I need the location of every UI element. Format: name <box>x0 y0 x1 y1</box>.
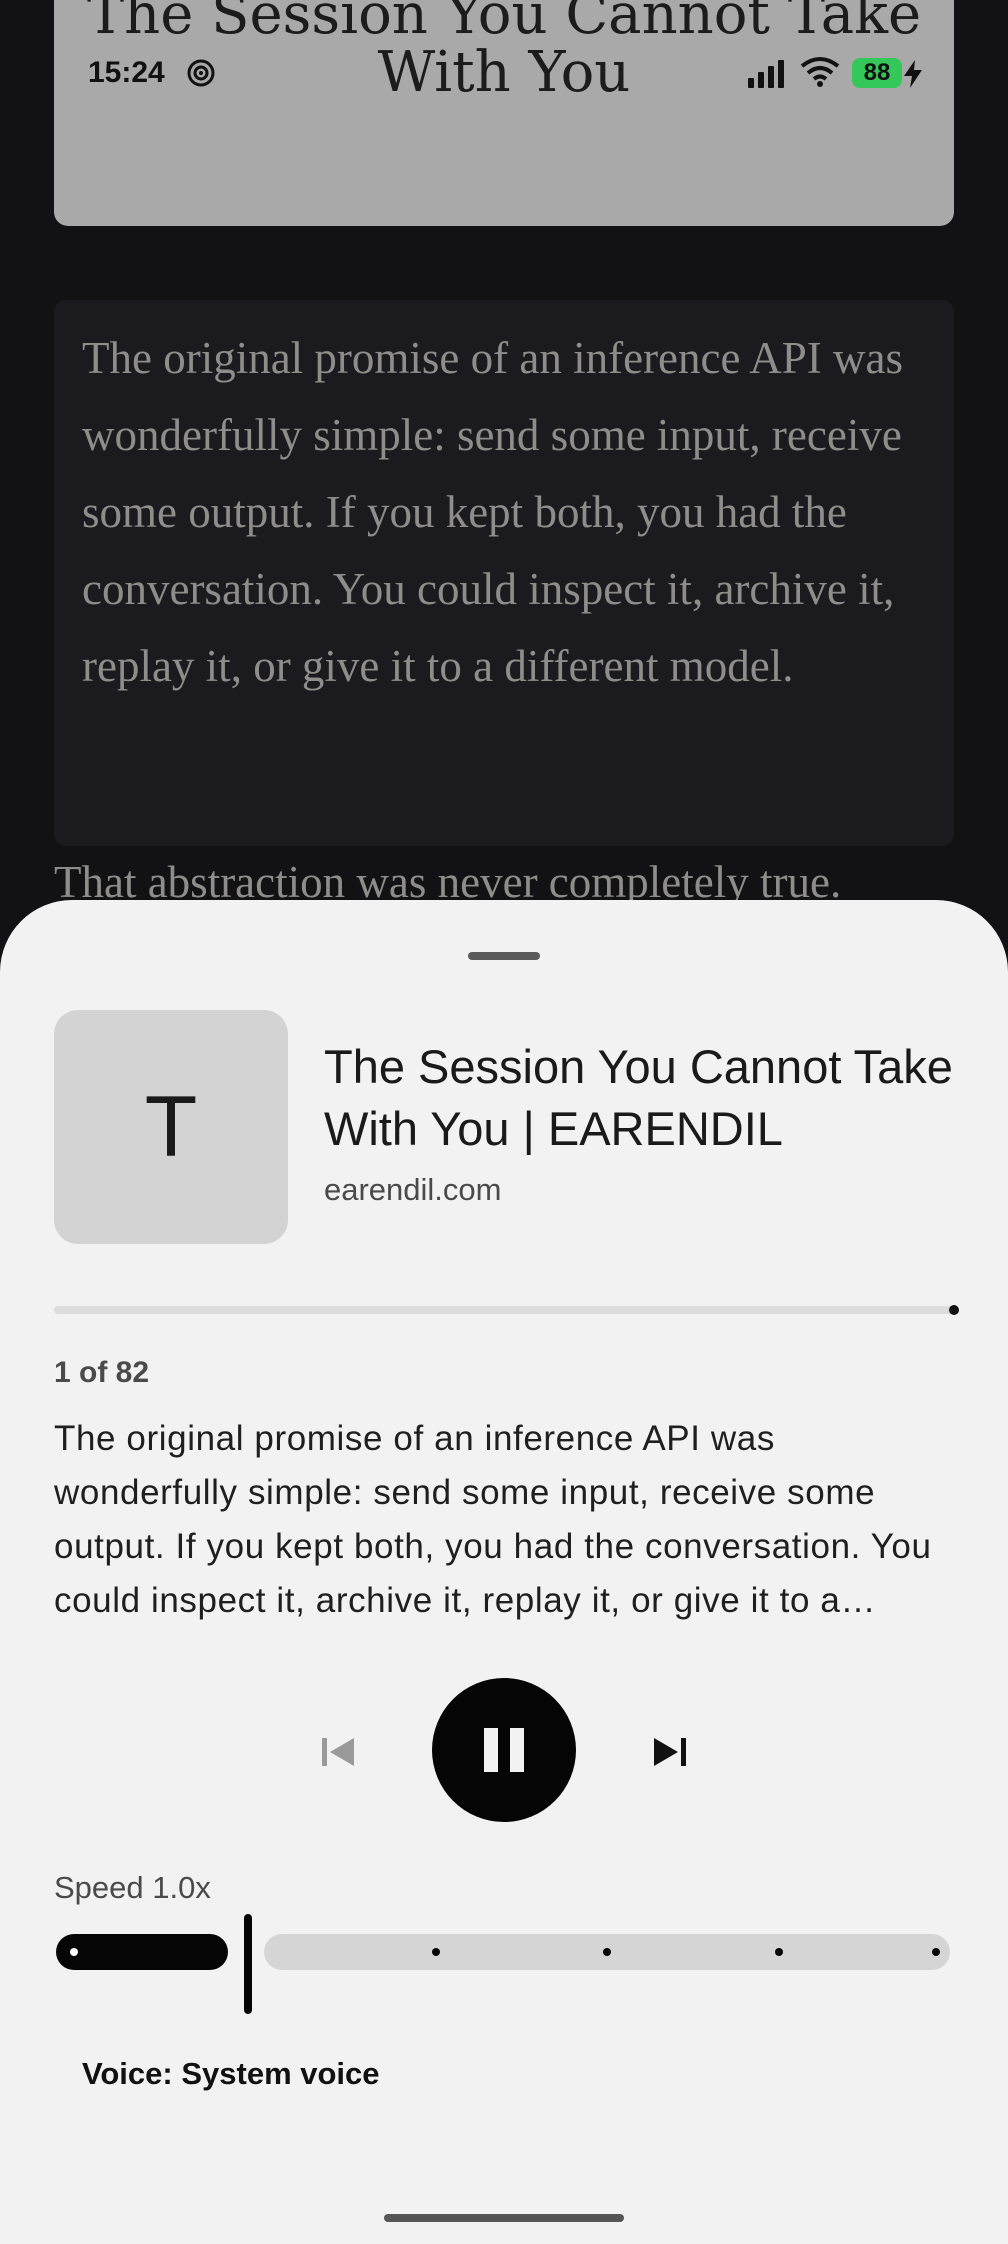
speed-slider-thumb[interactable] <box>244 1914 252 2014</box>
speed-step-dot <box>431 1948 440 1956</box>
skip-next-icon[interactable] <box>648 1730 692 1774</box>
article-thumbnail: T <box>54 1010 288 1244</box>
spiral-icon <box>187 59 215 87</box>
speed-step-dot <box>70 1948 78 1956</box>
pause-icon <box>484 1728 524 1772</box>
sentence-counter: 1 of 82 <box>54 1356 150 1389</box>
tts-player-sheet: T The Session You Cannot Take With You |… <box>0 900 1008 2244</box>
speed-slider[interactable] <box>56 1914 950 2014</box>
article-title: The Session You Cannot Take With You | E… <box>324 1040 953 1155</box>
article-blockquote: The original promise of an inference API… <box>54 300 954 846</box>
battery-indicator: 88 <box>852 58 902 88</box>
speed-label: Speed 1.0x <box>54 1870 211 1905</box>
voice-selector[interactable]: Voice: System voice <box>82 2056 380 2092</box>
quote-text: The original promise of an inference API… <box>82 333 903 691</box>
progress-end-dot[interactable] <box>949 1305 959 1315</box>
pause-button[interactable] <box>432 1678 576 1822</box>
article-domain: earendil.com <box>324 1172 502 1207</box>
speed-step-dot <box>603 1948 611 1956</box>
playback-progress-bar[interactable] <box>54 1305 959 1315</box>
skip-previous-icon[interactable] <box>316 1730 360 1774</box>
speed-slider-inactive-track <box>264 1934 950 1970</box>
wifi-icon <box>800 57 840 87</box>
speed-slider-active-track <box>56 1934 228 1970</box>
speed-step-dot <box>774 1948 783 1956</box>
speed-step-dot <box>932 1948 941 1956</box>
cell-signal-icon <box>748 60 784 88</box>
sheet-drag-handle[interactable] <box>468 952 540 960</box>
home-indicator[interactable] <box>384 2214 624 2222</box>
status-time: 15:24 <box>88 56 165 89</box>
charging-bolt-icon <box>904 60 922 88</box>
status-bar: 15:24 88 <box>0 0 1008 150</box>
current-sentence-text: The original promise of an inference API… <box>54 1419 932 1620</box>
